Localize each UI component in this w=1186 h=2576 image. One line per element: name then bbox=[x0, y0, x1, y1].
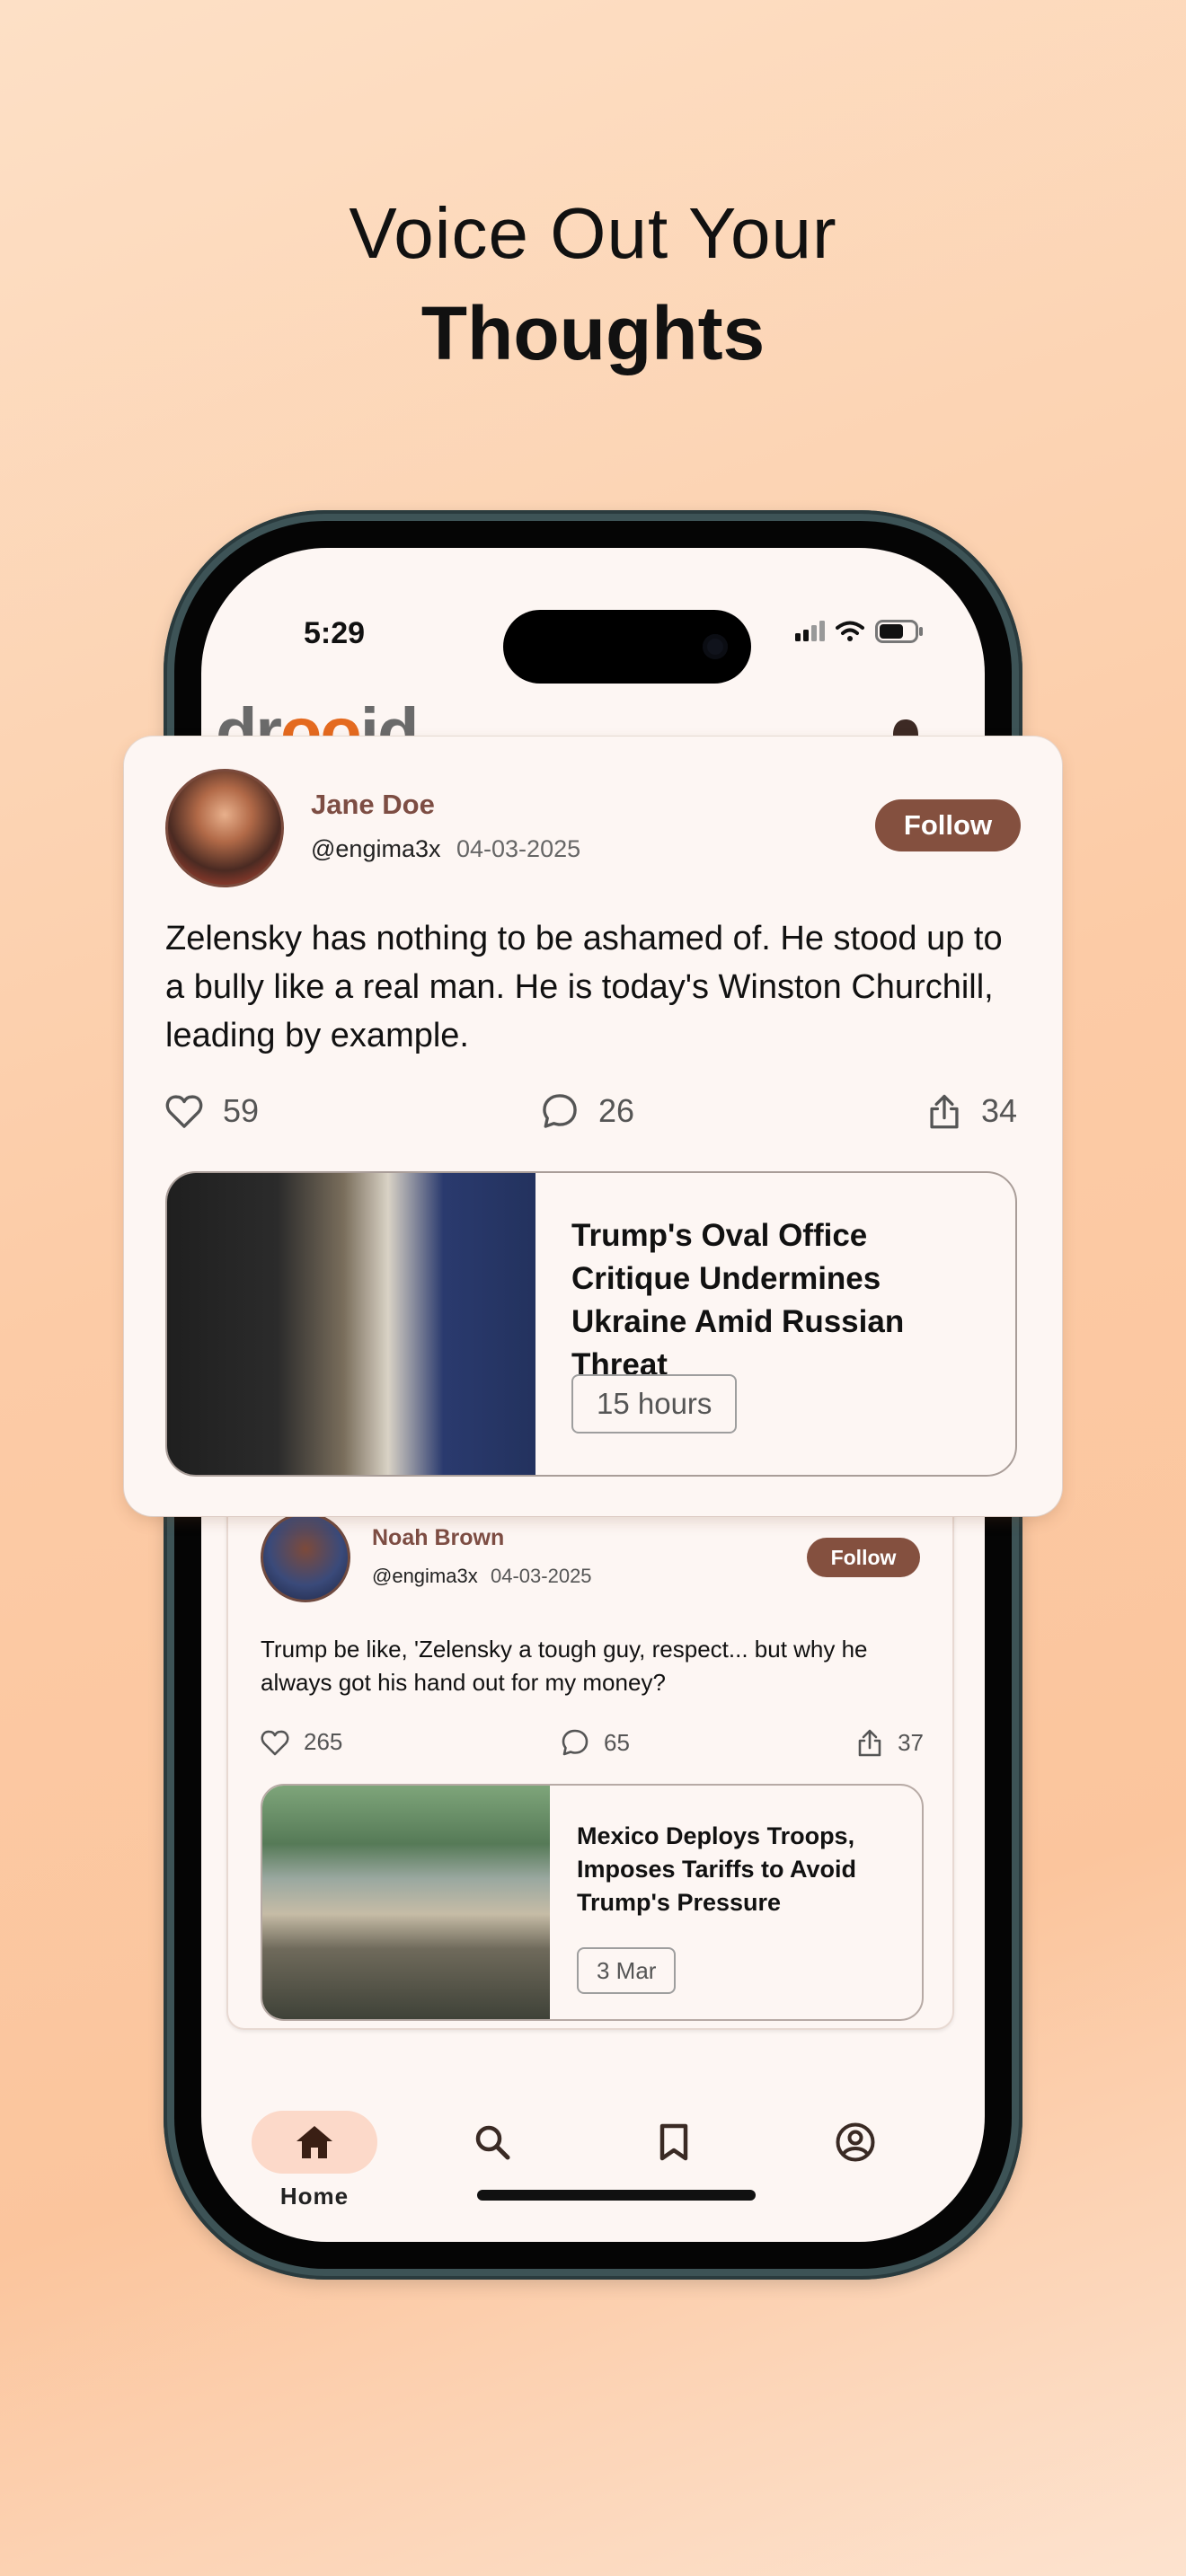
home-icon bbox=[296, 2126, 332, 2158]
news-title: Trump's Oval Office Critique Undermines … bbox=[571, 1218, 905, 1382]
news-thumbnail bbox=[262, 1786, 550, 2019]
nav-search[interactable] bbox=[429, 2111, 555, 2174]
like-count: 59 bbox=[223, 1092, 260, 1129]
post-author-handle: @engima3x bbox=[372, 1565, 478, 1587]
camera-icon bbox=[703, 634, 728, 659]
headline-line-2: Thoughts bbox=[420, 291, 766, 375]
post-card[interactable]: Noah Brown @engima3x 04-03-2025 Follow T… bbox=[226, 1478, 954, 2030]
marketing-headline: Voice Out Your Thoughts bbox=[0, 184, 1186, 384]
status-time: 5:29 bbox=[304, 616, 366, 650]
news-time-badge: 15 hours bbox=[571, 1374, 738, 1434]
bookmark-icon bbox=[659, 2123, 688, 2161]
news-time-badge: 3 Mar bbox=[577, 1947, 677, 1994]
bottom-navigation: Home bbox=[201, 2102, 985, 2228]
share-icon bbox=[858, 1729, 881, 1757]
dynamic-island bbox=[503, 610, 751, 684]
status-icons bbox=[794, 620, 924, 643]
share-button[interactable]: 37 bbox=[856, 1728, 924, 1757]
search-icon bbox=[475, 2125, 510, 2160]
post-date: 04-03-2025 bbox=[456, 835, 581, 862]
post-date: 04-03-2025 bbox=[491, 1565, 592, 1587]
comment-icon bbox=[562, 1729, 589, 1756]
avatar[interactable] bbox=[165, 769, 284, 887]
wifi-icon bbox=[836, 621, 864, 641]
follow-button[interactable]: Follow bbox=[875, 799, 1021, 851]
comment-count: 65 bbox=[604, 1728, 630, 1756]
share-count: 34 bbox=[980, 1092, 1017, 1129]
nav-profile[interactable] bbox=[792, 2111, 918, 2174]
news-thumbnail bbox=[167, 1173, 535, 1475]
comment-button[interactable]: 26 bbox=[541, 1092, 634, 1130]
avatar[interactable] bbox=[261, 1513, 350, 1602]
post-actions: 265 65 37 bbox=[261, 1728, 924, 1764]
home-indicator[interactable] bbox=[477, 2190, 756, 2201]
post-text: Zelensky has nothing to be ashamed of. H… bbox=[165, 920, 1003, 1054]
like-button[interactable]: 265 bbox=[261, 1728, 342, 1756]
cellular-signal-icon bbox=[795, 621, 825, 641]
nav-home-label[interactable]: Home bbox=[252, 2183, 377, 2210]
comment-count: 26 bbox=[598, 1092, 635, 1129]
nav-home[interactable] bbox=[252, 2111, 377, 2174]
news-title: Mexico Deploys Troops, Imposes Tariffs t… bbox=[577, 1822, 857, 1916]
post-author-name[interactable]: Noah Brown bbox=[372, 1525, 504, 1551]
heart-icon bbox=[261, 1730, 289, 1755]
follow-button[interactable]: Follow bbox=[807, 1538, 920, 1577]
news-card[interactable]: Mexico Deploys Troops, Imposes Tariffs t… bbox=[261, 1784, 924, 2021]
news-card[interactable]: Trump's Oval Office Critique Undermines … bbox=[165, 1171, 1017, 1477]
share-count: 37 bbox=[898, 1728, 924, 1756]
headline-line-1: Voice Out Your bbox=[349, 193, 837, 273]
like-count: 265 bbox=[304, 1728, 343, 1755]
like-button[interactable]: 59 bbox=[165, 1092, 259, 1130]
featured-post-card[interactable]: Jane Doe @engima3x 04-03-2025 Follow Zel… bbox=[124, 737, 1062, 1516]
share-button[interactable]: 34 bbox=[927, 1092, 1017, 1130]
post-author-handle: @engima3x bbox=[311, 835, 441, 862]
post-text: Trump be like, 'Zelensky a tough guy, re… bbox=[261, 1636, 868, 1696]
post-actions: 59 26 34 bbox=[165, 1092, 1017, 1141]
comment-button[interactable]: 65 bbox=[561, 1728, 630, 1757]
battery-icon bbox=[875, 620, 923, 643]
heart-icon bbox=[165, 1095, 203, 1128]
share-icon bbox=[930, 1094, 959, 1129]
profile-icon bbox=[836, 2122, 875, 2162]
nav-bookmarks[interactable] bbox=[611, 2111, 737, 2174]
post-author-name[interactable]: Jane Doe bbox=[311, 789, 435, 821]
comment-icon bbox=[543, 1094, 577, 1128]
